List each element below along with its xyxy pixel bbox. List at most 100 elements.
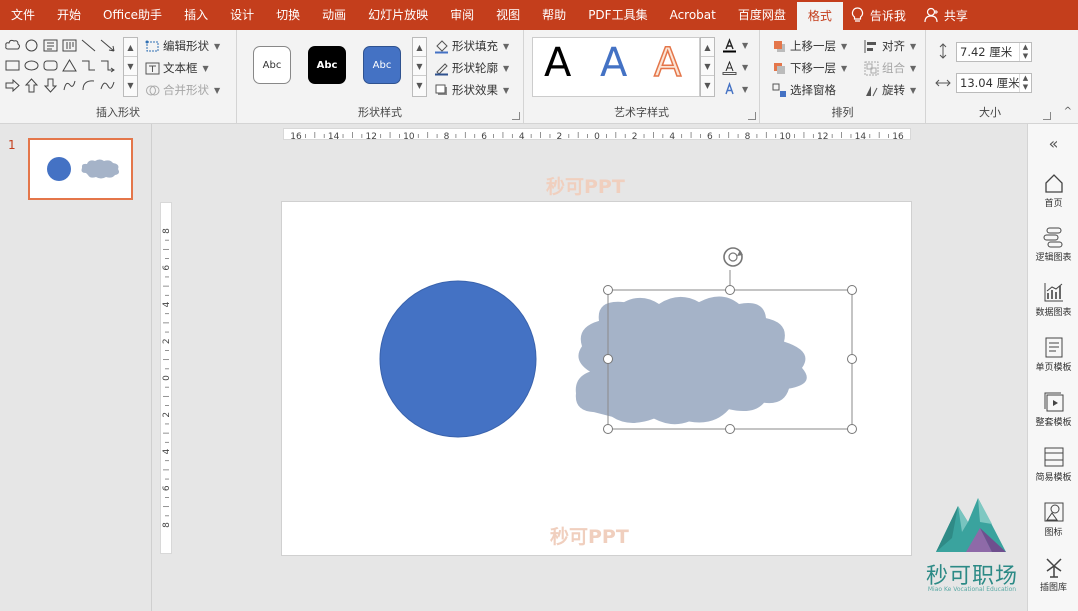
curve-shape-icon[interactable] bbox=[99, 77, 116, 94]
tab-0[interactable]: 文件 bbox=[0, 0, 46, 30]
wordart-gallery-scroll[interactable]: ▲ ▼ ▼ bbox=[700, 37, 715, 97]
group-label-wordart: 艺术字样式 bbox=[614, 106, 669, 119]
freeform-shape-icon[interactable] bbox=[61, 77, 78, 94]
chevron-up-icon[interactable]: ▲ bbox=[124, 38, 137, 58]
resize-handle-bottom[interactable] bbox=[725, 424, 735, 434]
wordart-blue[interactable]: A bbox=[600, 40, 627, 86]
chevron-up-icon[interactable]: ▲ bbox=[701, 38, 714, 58]
tab-6[interactable]: 动画 bbox=[311, 0, 357, 30]
slide: 秒可PPT bbox=[281, 201, 912, 556]
shape-effects-button[interactable]: 形状效果 ▼ bbox=[434, 82, 509, 98]
rotate-button[interactable]: 旋转 ▼ bbox=[864, 82, 916, 98]
resize-handle-top[interactable] bbox=[725, 285, 735, 295]
tell-me-search[interactable]: 告诉我 bbox=[851, 7, 906, 24]
ellipse-shape-icon[interactable] bbox=[23, 57, 40, 74]
shape-style-black[interactable]: Abc bbox=[308, 46, 346, 84]
height-spinner[interactable]: ▲ ▼ bbox=[1019, 43, 1031, 61]
gallery-more-icon[interactable]: ▼ bbox=[701, 76, 714, 95]
slide-thumbnail-1[interactable] bbox=[28, 138, 133, 200]
side-item-data-chart[interactable]: 数据图表 bbox=[1028, 281, 1078, 318]
tab-3[interactable]: 插入 bbox=[173, 0, 219, 30]
merge-shapes-button[interactable]: 合并形状 ▼ bbox=[145, 82, 220, 98]
tab-10[interactable]: 帮助 bbox=[531, 0, 577, 30]
up-arrow-shape-icon[interactable] bbox=[23, 77, 40, 94]
collapse-ribbon-icon[interactable]: ^ bbox=[1064, 106, 1072, 117]
shape-style-blue[interactable]: Abc bbox=[363, 46, 401, 84]
shape-fill-button[interactable]: 形状填充 ▼ bbox=[434, 38, 509, 54]
shape-style-white[interactable]: Abc bbox=[253, 46, 291, 84]
side-item-illustration-library[interactable]: 插图库 bbox=[1028, 556, 1078, 593]
blue-circle-shape[interactable] bbox=[379, 280, 537, 438]
send-backward-button[interactable]: 下移一层 ▼ bbox=[772, 60, 847, 76]
text-fill-button[interactable]: ▼ bbox=[722, 38, 748, 53]
selection-pane-button[interactable]: 选择窗格 bbox=[772, 82, 836, 98]
tab-12[interactable]: Acrobat bbox=[659, 0, 727, 30]
resize-handle-right[interactable] bbox=[847, 354, 857, 364]
elbow-arrow-shape-icon[interactable] bbox=[99, 57, 116, 74]
text-outline-button[interactable]: ▼ bbox=[722, 60, 748, 75]
text-box-button[interactable]: 文本框 ▼ bbox=[145, 60, 209, 76]
chevron-up-icon[interactable]: ▲ bbox=[413, 38, 426, 58]
tab-2[interactable]: Office助手 bbox=[92, 0, 173, 30]
align-button[interactable]: 对齐 ▼ bbox=[864, 38, 916, 54]
resize-handle-left[interactable] bbox=[603, 354, 613, 364]
shape-width-input[interactable]: 13.04 厘米 ▲ ▼ bbox=[956, 73, 1032, 93]
side-item-simple-template[interactable]: 简易模板 bbox=[1028, 446, 1078, 483]
collapse-pane-icon[interactable]: « bbox=[1028, 134, 1078, 153]
side-item-home[interactable]: 首页 bbox=[1028, 172, 1078, 209]
text-effects-button[interactable]: ▼ bbox=[722, 82, 748, 97]
chevron-down-icon[interactable]: ▼ bbox=[124, 57, 137, 77]
bring-forward-icon bbox=[774, 40, 785, 52]
tab-9[interactable]: 视图 bbox=[485, 0, 531, 30]
tab-7[interactable]: 幻灯片放映 bbox=[357, 0, 439, 30]
side-item-single-page-template[interactable]: 单页模板 bbox=[1028, 336, 1078, 373]
shape-width-icon bbox=[935, 79, 951, 87]
resize-handle-bottom-left[interactable] bbox=[603, 424, 613, 434]
tab-13[interactable]: 百度网盘 bbox=[727, 0, 797, 30]
edit-shape-button[interactable]: 编辑形状 ▼ bbox=[145, 38, 220, 54]
bring-forward-button[interactable]: 上移一层 ▼ bbox=[772, 38, 847, 54]
tab-4[interactable]: 设计 bbox=[219, 0, 265, 30]
share-button[interactable]: 共享 bbox=[924, 7, 968, 24]
shape-style-gallery-scroll[interactable]: ▲ ▼ ▼ bbox=[412, 37, 427, 97]
down-arrow-shape-icon[interactable] bbox=[42, 77, 59, 94]
bring-forward-label: 上移一层 bbox=[790, 39, 836, 53]
wordart-black[interactable]: A bbox=[544, 40, 571, 86]
elbow-connector-shape-icon[interactable] bbox=[80, 57, 97, 74]
triangle-shape-icon[interactable] bbox=[61, 57, 78, 74]
gallery-more-icon[interactable]: ▼ bbox=[413, 76, 426, 95]
right-arrow-shape-icon[interactable] bbox=[4, 77, 21, 94]
tab-5[interactable]: 切换 bbox=[265, 0, 311, 30]
textbox-shape-icon[interactable] bbox=[42, 37, 59, 54]
rectangle-shape-icon[interactable] bbox=[4, 57, 21, 74]
tab-14[interactable]: 格式 bbox=[796, 2, 843, 30]
side-item-full-template[interactable]: 整套模板 bbox=[1028, 391, 1078, 428]
chevron-down-icon[interactable]: ▼ bbox=[413, 57, 426, 77]
gallery-more-icon[interactable]: ▼ bbox=[124, 76, 137, 95]
side-item-logic-chart[interactable]: 逻辑图表 bbox=[1028, 226, 1078, 263]
rounded-rect-shape-icon[interactable] bbox=[42, 57, 59, 74]
oval-shape-icon[interactable] bbox=[23, 37, 40, 54]
chevron-down-icon[interactable]: ▼ bbox=[701, 57, 714, 77]
arrow-line-shape-icon[interactable] bbox=[99, 37, 116, 54]
resize-handle-bottom-right[interactable] bbox=[847, 424, 857, 434]
resize-handle-top-left[interactable] bbox=[603, 285, 613, 295]
vertical-textbox-shape-icon[interactable] bbox=[61, 37, 78, 54]
group-button[interactable]: 组合 ▼ bbox=[864, 60, 916, 76]
side-item-icons[interactable]: 图标 bbox=[1028, 501, 1078, 538]
group-arrange: 上移一层 ▼ 下移一层 ▼ 选择窗格 对齐 ▼ 组合 ▼ 旋转 ▼ 排列 bbox=[760, 30, 926, 124]
shape-gallery[interactable] bbox=[4, 37, 118, 97]
width-spinner[interactable]: ▲ ▼ bbox=[1019, 74, 1031, 92]
rotate-handle-icon[interactable] bbox=[723, 247, 743, 267]
resize-handle-top-right[interactable] bbox=[847, 285, 857, 295]
tab-11[interactable]: PDF工具集 bbox=[577, 0, 658, 30]
tab-8[interactable]: 审阅 bbox=[439, 0, 485, 30]
arc-shape-icon[interactable] bbox=[80, 77, 97, 94]
shape-height-input[interactable]: 7.42 厘米 ▲ ▼ bbox=[956, 42, 1032, 62]
cloud-shape-icon[interactable] bbox=[4, 37, 21, 54]
line-shape-icon[interactable] bbox=[80, 37, 97, 54]
shape-gallery-scroll[interactable]: ▲ ▼ ▼ bbox=[123, 37, 138, 97]
shape-outline-button[interactable]: 形状轮廓 ▼ bbox=[434, 60, 509, 76]
wordart-orange-outline[interactable]: A bbox=[653, 39, 682, 87]
tab-1[interactable]: 开始 bbox=[46, 0, 92, 30]
